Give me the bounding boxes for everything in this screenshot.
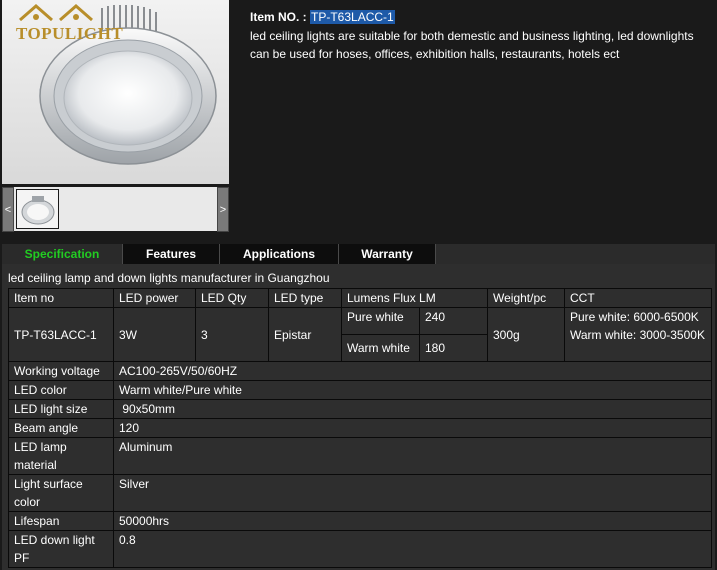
house-icon [19,4,93,22]
header-led-qty: LED Qty [195,288,269,308]
product-image[interactable]: TOPULIGHT [2,0,229,184]
cell-lumens-warm-value: 180 [419,334,488,362]
header-lumens-flux: Lumens Flux LM [341,288,488,308]
cct-warm-white: Warm white: 3000-3500K [570,328,705,342]
product-description: led ceiling lights are suitable for both… [250,29,694,61]
header-weight: Weight/pc [487,288,565,308]
row-label: Beam angle [8,418,114,438]
header-led-type: LED type [268,288,342,308]
table-row: TP-T63LACC-1 3W 3 Epistar Pure white 240… [8,307,712,362]
row-value: Warm white/Pure white [113,380,712,400]
row-label: Working voltage [8,361,114,381]
cell-led-type: Epistar [268,307,342,362]
table-row: LED color Warm white/Pure white [8,380,712,400]
tab-bar: Specification Features Applications Warr… [2,244,715,264]
cell-item-no: TP-T63LACC-1 [8,307,114,362]
row-value: 90x50mm [113,399,712,419]
tab-specification[interactable]: Specification [2,244,123,264]
table-row: Lifespan 50000hrs [8,511,712,531]
brand-logo: TOPULIGHT [16,2,123,43]
row-label: Light surface color [8,474,114,512]
cct-pure-white: Pure white: 6000-6500K [570,310,699,324]
spec-table: Item no LED power LED Qty LED type Lumen… [8,288,712,568]
row-label: LED lamp material [8,437,114,475]
row-value: AC100-265V/50/60HZ [113,361,712,381]
row-label: Lifespan [8,511,114,531]
tab-features[interactable]: Features [123,244,220,264]
downlight-thumbnail [21,196,55,225]
row-value: Aluminum [113,437,712,475]
row-value: 50000hrs [113,511,712,531]
cell-led-power: 3W [113,307,196,362]
item-number-label: Item NO. : [250,10,307,24]
next-image-button[interactable]: > [217,187,229,232]
cell-weight: 300g [487,307,565,362]
row-value: Silver [113,474,712,512]
cell-cct: Pure white: 6000-6500K Warm white: 3000-… [564,307,712,362]
table-row: LED down light PF 0.8 [8,530,712,568]
table-row: Beam angle 120 [8,418,712,438]
table-row: LED light size 90x50mm [8,399,712,419]
brand-logo-text: TOPULIGHT [16,24,124,43]
table-header-row: Item no LED power LED Qty LED type Lumen… [8,288,712,308]
spec-title: led ceiling lamp and down lights manufac… [8,271,330,285]
item-number-row: Item NO. : TP-T63LACC-1 [250,10,395,24]
row-value: 120 [113,418,712,438]
row-label: LED color [8,380,114,400]
table-row: Working voltage AC100-265V/50/60HZ [8,361,712,381]
cell-led-qty: 3 [195,307,269,362]
table-row: Light surface color Silver [8,474,712,512]
header-cct: CCT [564,288,712,308]
item-number-value[interactable]: TP-T63LACC-1 [310,10,395,24]
thumbnail-image[interactable] [16,189,59,229]
cell-lumens-warm-label: Warm white [341,334,420,362]
tab-warranty[interactable]: Warranty [339,244,436,264]
cell-lumens-pure-label: Pure white [341,307,420,335]
header-led-power: LED power [113,288,196,308]
row-label: LED light size [8,399,114,419]
row-value: 0.8 [113,530,712,568]
thumbnail-strip: < > [2,187,229,232]
table-row: LED lamp material Aluminum [8,437,712,475]
tab-applications[interactable]: Applications [220,244,339,264]
header-item-no: Item no [8,288,114,308]
prev-image-button[interactable]: < [2,187,14,232]
row-label: LED down light PF [8,530,114,568]
cell-lumens-pure-value: 240 [419,307,488,335]
